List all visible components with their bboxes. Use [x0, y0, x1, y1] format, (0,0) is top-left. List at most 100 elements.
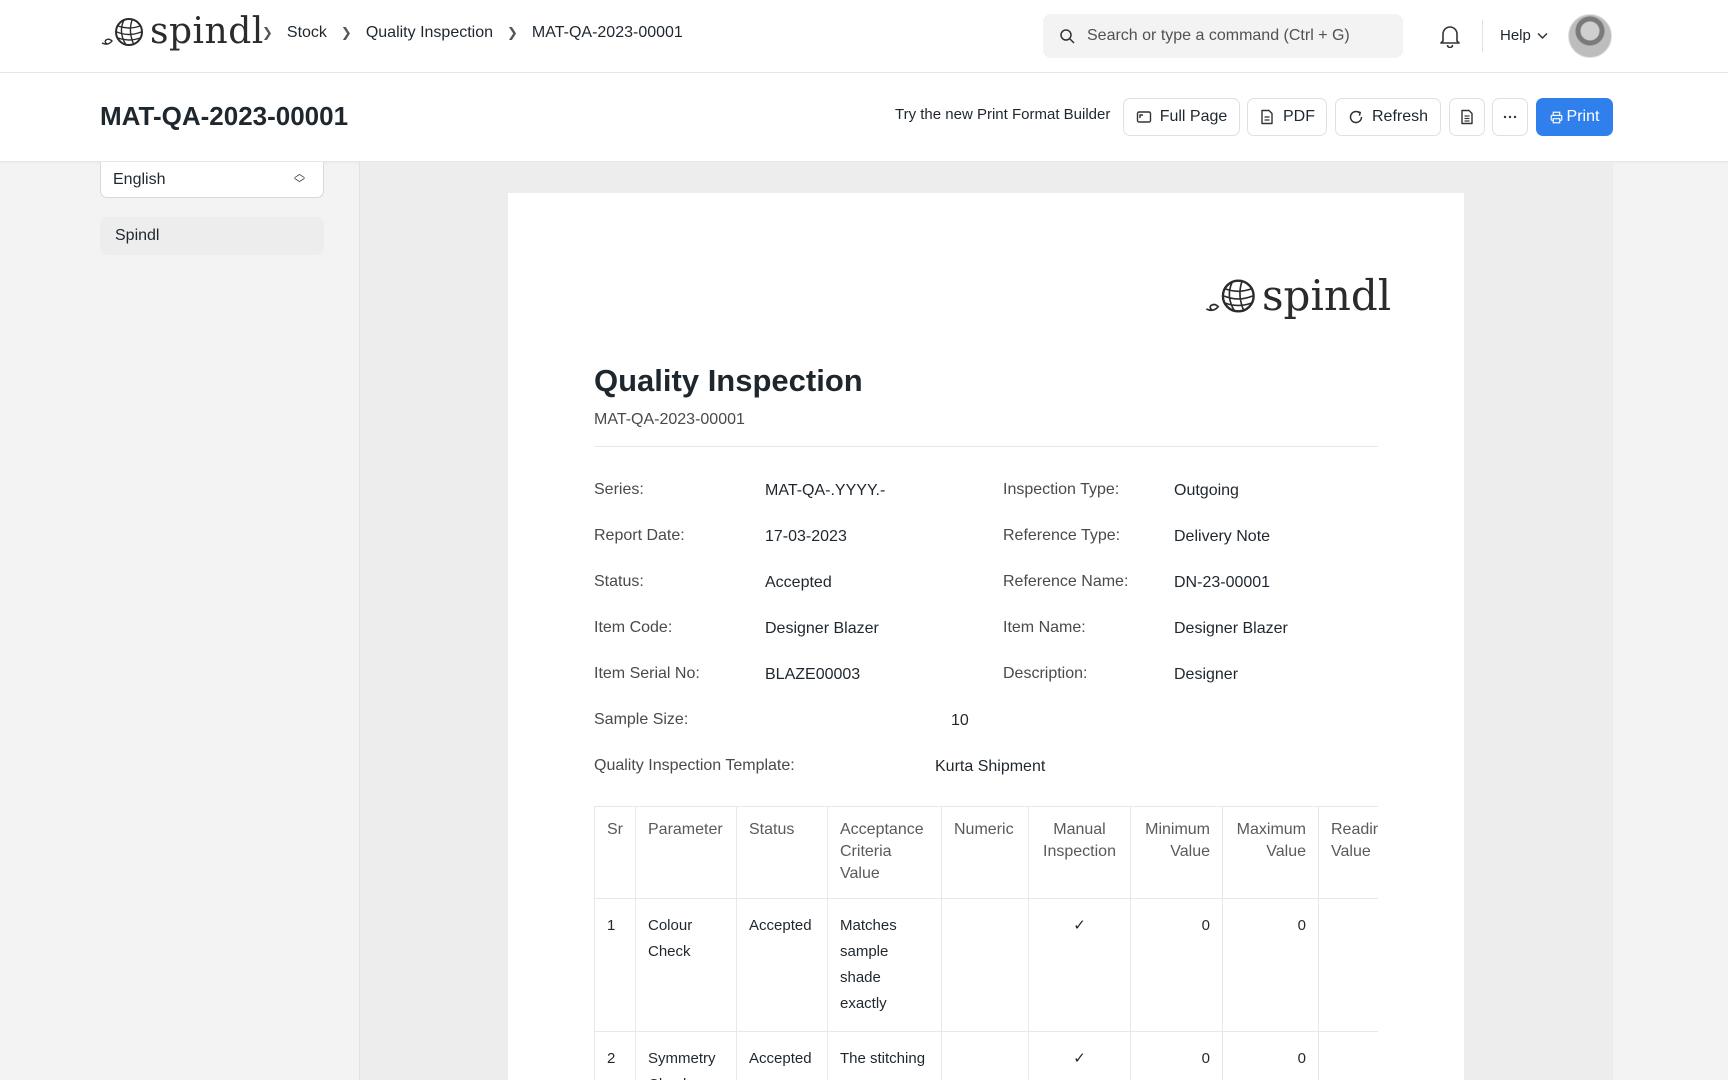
cell-parameter: Colour Check: [635, 898, 737, 1032]
cell-sr: 2: [594, 1031, 636, 1080]
cell-status: Accepted: [736, 1031, 828, 1080]
print-sheet: spindl Quality Inspection MAT-QA-2023-00…: [508, 193, 1464, 1080]
col-status: Status: [736, 806, 828, 899]
checkmark-icon: ✓: [1028, 1031, 1131, 1080]
reference-type-value: Delivery Note: [1174, 528, 1271, 545]
breadcrumb-stock[interactable]: Stock: [287, 24, 327, 42]
cell-reading-value: [1318, 898, 1378, 1032]
table-header-row: Sr Parameter Status Acceptance Criteria …: [594, 806, 1378, 899]
item-code-value: Designer Blazer: [765, 620, 879, 637]
page-title: MAT-QA-2023-00001: [100, 101, 349, 131]
col-numeric: Numeric: [941, 806, 1029, 899]
report-date-label: Report Date:: [594, 527, 685, 544]
cell-reading-value: [1318, 1031, 1378, 1080]
sample-size-value: 10: [951, 712, 969, 729]
pdf-button[interactable]: PDF: [1247, 98, 1327, 136]
inspection-type-value: Outgoing: [1174, 482, 1239, 499]
navbar-divider: [1482, 20, 1483, 52]
readings-table: Sr Parameter Status Acceptance Criteria …: [594, 806, 1378, 1080]
cell-minimum-value: 0: [1130, 1031, 1223, 1080]
cell-minimum-value: 0: [1130, 898, 1223, 1032]
col-minimum-value: Minimum Value: [1130, 806, 1223, 899]
search-input[interactable]: Search or type a command (Ctrl + G): [1087, 27, 1350, 45]
language-select[interactable]: English ︿ ﹀: [100, 162, 324, 198]
brand-logo[interactable]: spindl: [100, 14, 264, 50]
help-dropdown[interactable]: Help: [1500, 27, 1548, 44]
full-page-label: Full Page: [1159, 108, 1228, 125]
print-label: Print: [1566, 108, 1600, 125]
cell-numeric: [941, 898, 1029, 1032]
series-label: Series:: [594, 481, 644, 498]
yarn-ball-icon: [101, 18, 143, 46]
chevron-right-icon: ❯: [340, 25, 352, 40]
more-icon: [1503, 115, 1517, 119]
inspection-type-label: Inspection Type:: [1003, 481, 1120, 498]
document-icon: [1461, 109, 1473, 125]
avatar[interactable]: [1568, 14, 1612, 58]
doc-divider: [594, 446, 1378, 447]
page-head: MAT-QA-2023-00001 Try the new Print Form…: [0, 73, 1728, 162]
letterhead-value: Spindl: [115, 227, 160, 244]
table-row: 1 Colour Check Accepted Matches sample s…: [594, 898, 1378, 1032]
template-value: Kurta Shipment: [935, 758, 1046, 775]
doc-title: Quality Inspection: [594, 363, 863, 398]
col-manual-inspection: Manual Inspection: [1028, 806, 1131, 899]
file-icon: [1261, 109, 1273, 125]
reference-type-label: Reference Type:: [1003, 527, 1121, 544]
navbar: spindl ❯ Stock ❯ Quality Inspection ❯ MA…: [0, 0, 1728, 73]
yarn-ball-icon: [1205, 279, 1255, 313]
col-parameter: Parameter: [635, 806, 737, 899]
item-name-value: Designer Blazer: [1174, 620, 1288, 637]
template-label: Quality Inspection Template:: [594, 757, 795, 774]
breadcrumb-current[interactable]: MAT-QA-2023-00001: [532, 24, 683, 42]
status-label: Status:: [594, 573, 644, 590]
col-sr: Sr: [594, 806, 636, 899]
print-settings-button[interactable]: [1449, 98, 1485, 136]
chevron-down-icon: [1537, 32, 1548, 39]
bell-icon[interactable]: [1439, 24, 1461, 48]
col-acceptance: Acceptance Criteria Value: [827, 806, 942, 899]
refresh-icon: [1349, 110, 1363, 124]
doc-name: MAT-QA-2023-00001: [594, 411, 745, 428]
more-menu-button[interactable]: [1492, 98, 1528, 136]
checkmark-icon: ✓: [1028, 898, 1131, 1032]
col-reading-value: Reading Value: [1318, 806, 1378, 899]
search-icon: [1060, 29, 1075, 44]
refresh-button[interactable]: Refresh: [1335, 98, 1441, 136]
cell-acceptance: Matches sample shade exactly: [827, 898, 942, 1032]
letterhead-logo: spindl: [1204, 275, 1391, 317]
item-code-label: Item Code:: [594, 619, 673, 636]
refresh-label: Refresh: [1371, 108, 1429, 125]
pdf-label: PDF: [1283, 108, 1315, 125]
description-label: Description:: [1003, 665, 1088, 682]
report-date-value: 17-03-2023: [765, 528, 847, 545]
brand-name: spindl: [150, 11, 264, 52]
awesomebar-search[interactable]: Search or type a command (Ctrl + G): [1043, 14, 1403, 58]
select-arrows-icon: ︿ ﹀: [294, 168, 305, 190]
chevron-right-icon: ❯: [262, 25, 273, 40]
cell-status: Accepted: [736, 898, 828, 1032]
language-value: English: [113, 170, 166, 188]
breadcrumb-quality-inspection[interactable]: Quality Inspection: [366, 24, 493, 42]
help-label: Help: [1500, 27, 1531, 44]
cell-acceptance: The stitching: [827, 1031, 942, 1080]
printer-icon: [1550, 111, 1562, 123]
status-value: Accepted: [765, 574, 832, 591]
cell-maximum-value: 0: [1222, 898, 1319, 1032]
full-page-button[interactable]: Full Page: [1123, 98, 1240, 136]
letterhead-brand-name: spindl: [1262, 271, 1392, 320]
reference-name-label: Reference Name:: [1003, 573, 1129, 590]
item-serial-no-label: Item Serial No:: [594, 665, 700, 682]
sample-size-label: Sample Size:: [594, 711, 689, 728]
full-page-icon: [1136, 111, 1151, 123]
table-row: 2 Symmetry Check Accepted The stitching …: [594, 1031, 1378, 1080]
letterhead-select[interactable]: Spindl: [100, 217, 324, 255]
cell-numeric: [941, 1031, 1029, 1080]
print-format-builder-link[interactable]: Try the new Print Format Builder: [895, 106, 1110, 123]
col-maximum-value: Maximum Value: [1222, 806, 1319, 899]
cell-maximum-value: 0: [1222, 1031, 1319, 1080]
chevron-right-icon: ❯: [507, 25, 518, 40]
item-name-label: Item Name:: [1003, 619, 1086, 636]
print-button[interactable]: Print: [1536, 98, 1613, 136]
cell-sr: 1: [594, 898, 636, 1032]
